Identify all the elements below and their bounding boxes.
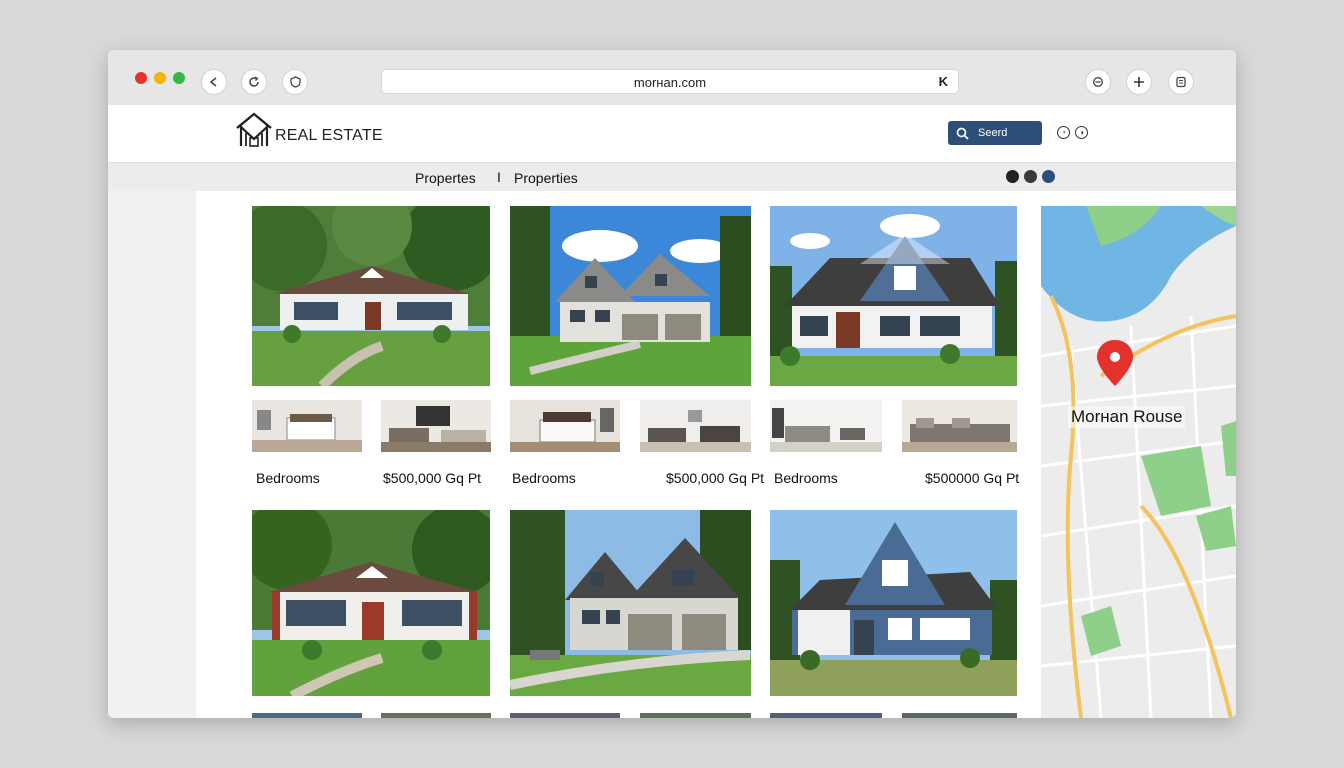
plus-icon	[1134, 77, 1144, 87]
house-photo-1[interactable]	[252, 206, 490, 386]
bedroom-thumbnail-2[interactable]	[510, 400, 620, 452]
reload-icon	[249, 76, 259, 87]
new-tab-button[interactable]	[1126, 69, 1152, 95]
bedroom-thumbnail-1[interactable]	[252, 400, 362, 452]
site-header: REAL ESTATE Seerd ◔ ◑	[108, 105, 1236, 163]
house-image	[252, 206, 490, 386]
listing-label-2: Bedrooms	[512, 470, 576, 486]
search-button[interactable]: Seerd	[948, 121, 1042, 145]
listing-label-3: Bedrooms	[774, 470, 838, 486]
menu-button[interactable]	[1168, 69, 1194, 95]
living-room-thumbnail-4[interactable]	[902, 400, 1017, 452]
filter-icon[interactable]	[1024, 170, 1037, 183]
browser-toolbar: morнan.com K	[108, 50, 1236, 105]
url-text: morнan.com	[633, 75, 707, 90]
house-photo-4[interactable]	[252, 510, 490, 696]
thumbnail-strip-1[interactable]	[252, 713, 362, 718]
browser-window: morнan.com K REAL ESTATE Seerd ◔ ◑ Prope…	[108, 50, 1236, 718]
address-bar[interactable]: morнan.com K	[381, 69, 959, 94]
house-image	[252, 510, 490, 696]
listing-label-1: Bedrooms	[256, 470, 320, 486]
house-image	[510, 510, 751, 696]
view-toggle-icon[interactable]	[1006, 170, 1019, 183]
living-room-thumbnail-2[interactable]	[640, 400, 751, 452]
account-icon[interactable]: ◔	[1057, 126, 1070, 139]
nav-item-propertes[interactable]: Propertes	[415, 170, 476, 186]
maximize-window-button[interactable]	[173, 72, 185, 84]
house-photo-5[interactable]	[510, 510, 751, 696]
living-room-thumbnail-3[interactable]	[770, 400, 882, 452]
search-label: Seerd	[978, 127, 1008, 139]
thumbnail-strip-4[interactable]	[640, 713, 751, 718]
house-image	[510, 206, 751, 386]
globe-icon[interactable]	[1042, 170, 1055, 183]
nav-bar: Propertes I Properties	[108, 163, 1236, 191]
address-bar-glyph: K	[938, 74, 948, 89]
map-location-label: Morнan Rouse	[1068, 406, 1186, 428]
shield-icon	[289, 76, 301, 88]
interior-image	[510, 400, 620, 452]
interior-image	[640, 400, 751, 452]
search-icon	[956, 127, 969, 140]
shield-button[interactable]	[282, 69, 308, 95]
living-room-thumbnail-1[interactable]	[381, 400, 491, 452]
interior-image	[770, 400, 882, 452]
house-logo-icon[interactable]	[235, 111, 273, 149]
settings-icon[interactable]: ◑	[1075, 126, 1088, 139]
minimize-window-button[interactable]	[154, 72, 166, 84]
thumbnail-strip-5[interactable]	[770, 713, 882, 718]
nav-item-properties[interactable]: Properties	[514, 170, 578, 186]
reload-button[interactable]	[241, 69, 267, 95]
close-window-button[interactable]	[135, 72, 147, 84]
interior-image	[381, 400, 491, 452]
listing-price-1: $500,000 Gq Pt	[383, 470, 482, 486]
menu-icon	[1176, 76, 1186, 88]
house-image	[770, 206, 1017, 386]
thumbnail-strip-6[interactable]	[902, 713, 1017, 718]
thumbnail-strip-2[interactable]	[381, 713, 491, 718]
house-image	[770, 510, 1017, 696]
map-panel[interactable]	[1041, 206, 1236, 718]
extension-icon	[1093, 77, 1103, 87]
back-button[interactable]	[201, 69, 227, 95]
brand-name: REAL ESTATE	[275, 127, 383, 144]
map-image	[1041, 206, 1236, 718]
listing-price-3: $500000 Gq Pt	[925, 470, 1020, 486]
back-arrow-icon	[209, 77, 217, 87]
left-sidebar	[108, 191, 196, 718]
interior-image	[902, 400, 1017, 452]
house-photo-2[interactable]	[510, 206, 751, 386]
house-photo-3[interactable]	[770, 206, 1017, 386]
interior-image	[252, 400, 362, 452]
house-photo-6[interactable]	[770, 510, 1017, 696]
listing-price-2: $500,000 Gq Pt	[666, 470, 765, 486]
nav-separator: I	[497, 169, 501, 185]
extension-button[interactable]	[1085, 69, 1111, 95]
thumbnail-strip-3[interactable]	[510, 713, 620, 718]
